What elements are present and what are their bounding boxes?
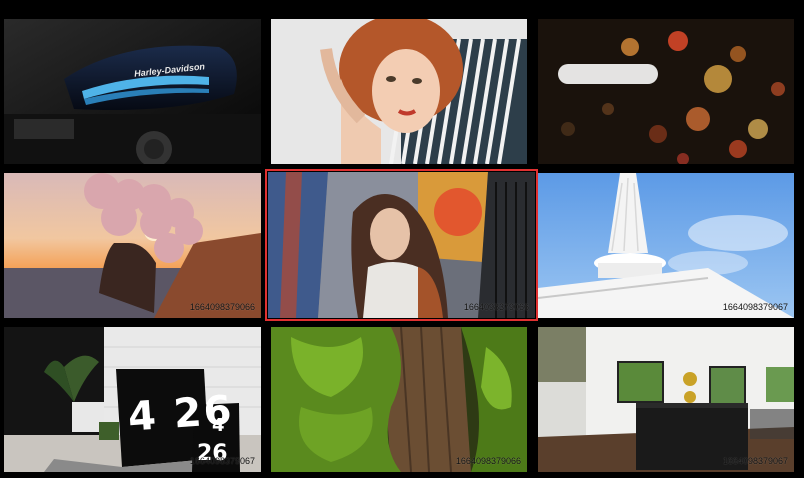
moss-tree-image: [271, 327, 527, 472]
image-id-label: 1664098379067: [189, 456, 255, 466]
woman-portrait-image: [271, 19, 527, 164]
balloons-image: [4, 173, 261, 318]
graffiti-woman-image: [268, 172, 535, 318]
gallery-tile-tower[interactable]: 1664098379067: [538, 173, 794, 318]
image-id-label: 1664098379066: [463, 302, 529, 312]
gallery-tile-laptop-clock[interactable]: 4 26 4 26 1664098379067: [4, 327, 261, 472]
gallery-tile-kitchen[interactable]: 1664098379067: [538, 327, 794, 472]
gallery-tile-balloons[interactable]: 1664098379066: [4, 173, 261, 318]
image-id-label: 1664098379067: [722, 456, 788, 466]
motorcycle-image: [4, 19, 261, 164]
image-id-label: 1664098379067: [722, 302, 788, 312]
image-gallery: Harley-Davidson 1664098379066 1664098379…: [0, 0, 804, 478]
tower-image: [538, 173, 794, 318]
gallery-tile-bokeh[interactable]: [538, 19, 794, 164]
gallery-tile-woman-portrait[interactable]: [271, 19, 527, 164]
bokeh-image: [538, 19, 794, 164]
kitchen-image: [538, 327, 794, 472]
image-id-label: 1664098379066: [455, 456, 521, 466]
gallery-tile-motorcycle[interactable]: Harley-Davidson: [4, 19, 261, 164]
gallery-tile-graffiti-woman[interactable]: 1664098379066: [265, 169, 538, 321]
tablet-clock-hour: 4: [212, 415, 225, 436]
gallery-tile-moss-tree[interactable]: 1664098379066: [271, 327, 527, 472]
image-id-label: 1664098379066: [189, 302, 255, 312]
